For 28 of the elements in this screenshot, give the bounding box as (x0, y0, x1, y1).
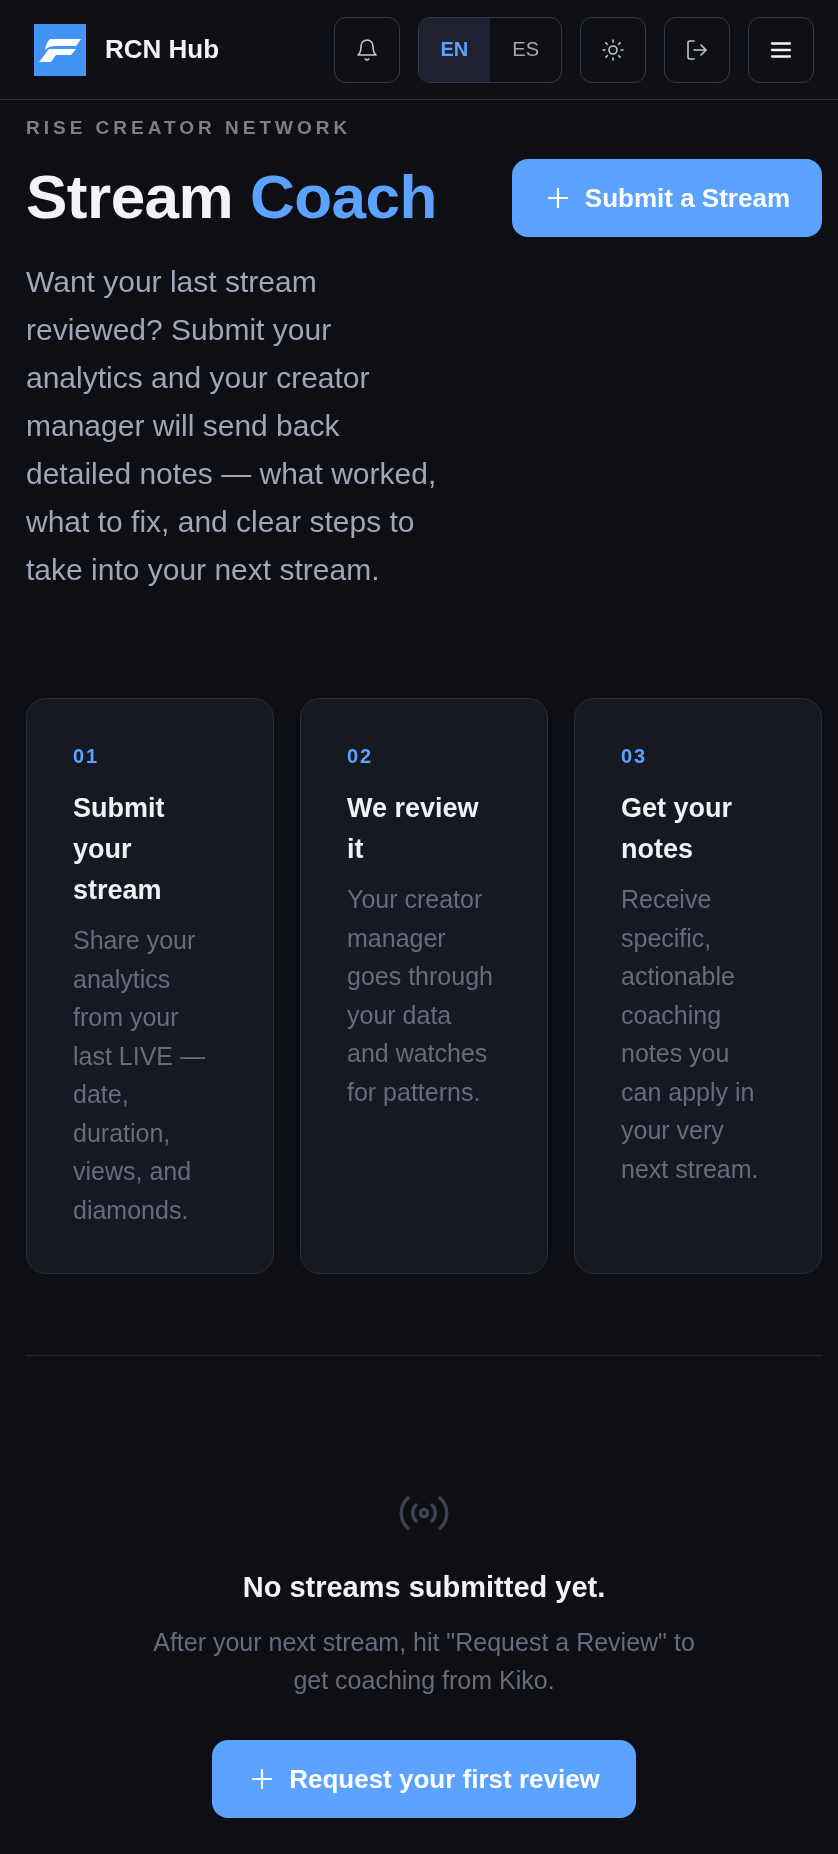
plus-icon (547, 188, 568, 208)
logout-icon (685, 37, 709, 62)
step-description: Receive specific, actionable coaching notes you can apply in your very next stream. (621, 884, 760, 1185)
step-description: Your creator manager goes through your data and watches for patterns. (347, 884, 494, 1108)
bell-icon (354, 37, 379, 62)
broadcast-icon (398, 1495, 450, 1531)
step-number: 03 (621, 744, 649, 768)
step-title: We review it (347, 792, 480, 866)
step-number: 01 (73, 744, 101, 768)
step-number: 02 (347, 744, 375, 768)
page-title: Stream Coach (26, 162, 438, 231)
step-title: Get your notes (621, 792, 734, 866)
brand-name: RCN Hub (105, 34, 220, 65)
logo-icon (34, 23, 86, 76)
step-description: Share your analytics from your last LIVE — date, duration, views, and diamonds. (73, 925, 206, 1226)
language-tab[interactable]: ES (490, 17, 561, 82)
notifications-button[interactable] (333, 16, 400, 83)
logout-button[interactable] (664, 16, 730, 83)
empty-state-title: No streams submitted yet. (242, 1570, 606, 1605)
eyebrow-label: RISE CREATOR NETWORK (26, 116, 353, 140)
step-title: Submit your stream (73, 792, 166, 907)
plus-icon (252, 1769, 273, 1789)
intro-paragraph: Want your last stream reviewed? Submit your analytics and your creator manager will send back detailed notes — what worked, what to fix, and clear steps to take into your next stream. (26, 264, 438, 588)
sun-icon (601, 37, 625, 62)
theme-toggle-button[interactable] (580, 16, 646, 83)
language-tab[interactable]: EN (418, 17, 491, 82)
menu-button[interactable] (748, 16, 814, 83)
empty-state-message: After your next stream, hit "Request a Review" to get coaching from Kiko. (152, 1627, 696, 1696)
